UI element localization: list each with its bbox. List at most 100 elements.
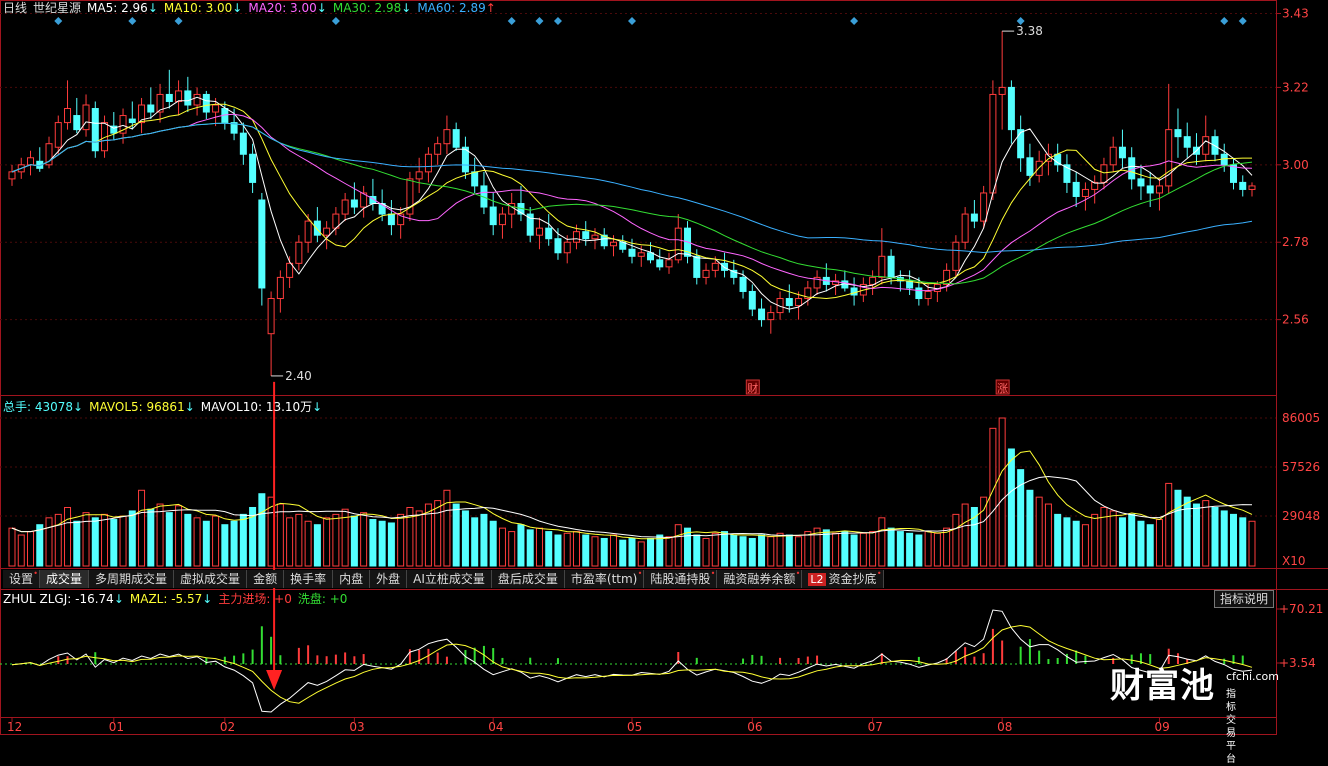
tab-4[interactable]: 金额 [247, 570, 285, 588]
volume-bar [110, 519, 118, 567]
signal-diamond-icon [54, 17, 63, 25]
volume-bar [1100, 506, 1108, 567]
candle-body [1026, 157, 1034, 176]
volume-bar [323, 517, 331, 567]
volume-bar [776, 532, 784, 567]
volume-bar [1183, 496, 1191, 567]
volume-header: 总手: 43078↓ MAVOL5: 96861↓ MAVOL10: 13.10万↓ [3, 399, 328, 415]
tab-9[interactable]: 盘后成交量 [491, 570, 565, 588]
volume-bar [1118, 517, 1126, 567]
time-tick-label: 07 [868, 720, 883, 734]
tab-2[interactable]: 多周期成交量 [89, 570, 175, 588]
candle-body [656, 259, 664, 268]
candle-body [739, 276, 747, 292]
volume-bar [461, 510, 469, 567]
tab-3[interactable]: 虚拟成交量 [174, 570, 248, 588]
signal-diamond-icon [507, 17, 516, 25]
volume-bar [850, 534, 858, 567]
volume-bar [304, 520, 312, 567]
candle-body [943, 269, 951, 285]
tab-7[interactable]: 外盘 [370, 570, 408, 588]
candle-body [545, 227, 553, 240]
low-price-label: 2.40 [285, 369, 312, 383]
candle-body [721, 262, 729, 271]
candle-body [415, 171, 423, 180]
indicator-tick-label: +3.54 [1279, 656, 1316, 670]
candle-body [304, 220, 312, 243]
volume-bar [545, 531, 553, 567]
candle-body [239, 132, 247, 155]
volume-bar [1202, 500, 1210, 567]
tab-11[interactable]: 陆股通持股 • [644, 570, 718, 588]
volume-bar [27, 531, 35, 567]
volume-tick-label: 29048 [1282, 509, 1320, 523]
tab-label: 内盘 [339, 572, 364, 586]
tab-5[interactable]: 换手率 [284, 570, 334, 588]
volume-bar [350, 515, 358, 567]
volume-unit-label: X10 [1282, 554, 1306, 568]
volume-bar [230, 520, 238, 567]
volume-bar [1026, 489, 1034, 567]
tab-label: 设置 [9, 572, 34, 586]
tab-10[interactable]: 市盈率(ttm) • [564, 570, 645, 588]
price-tick-label: 3.00 [1282, 158, 1309, 172]
candle-body [267, 298, 275, 335]
volume-bar [147, 508, 155, 567]
candle-body [128, 118, 136, 124]
volume-bar [101, 513, 109, 567]
candle-body [1128, 157, 1136, 180]
volume-bar [443, 489, 451, 567]
volume-bar [628, 537, 636, 567]
volume-bar [221, 524, 229, 567]
chart-canvas: 3.43 3.22 3.00 2.78 2.56 3.38 2.40 财 涨 86005 57526… [0, 0, 1328, 735]
signal-diamond-icon [850, 17, 859, 25]
indicator-explain-button[interactable]: 指标说明 [1214, 590, 1274, 608]
volume-bar [739, 536, 747, 567]
volume-tick-label: 86005 [1282, 411, 1320, 425]
candle-body [591, 234, 599, 240]
volume-bar [73, 520, 81, 567]
candle-body [424, 153, 432, 173]
time-tick-label: 05 [627, 720, 642, 734]
volume-bar [665, 536, 673, 567]
volume-bar [1044, 503, 1052, 567]
tab-dot-icon: • [876, 569, 882, 578]
tab-0[interactable]: 设置 • [3, 570, 41, 588]
tab-dot-icon: • [795, 569, 801, 578]
volume-bar [1146, 524, 1154, 567]
mavol5-readout: MAVOL5: 96861↓ [89, 400, 195, 414]
candle-body [175, 90, 183, 102]
volume-bar [989, 427, 997, 567]
candle-body [711, 262, 719, 271]
tab-6[interactable]: 内盘 [333, 570, 371, 588]
candle-body [489, 206, 497, 226]
candle-body [82, 104, 90, 131]
volume-bar [674, 524, 682, 567]
volume-bar [1091, 513, 1099, 567]
tab-12[interactable]: 融资融券余额 • [717, 569, 803, 588]
tab-1[interactable]: 成交量 [40, 570, 90, 588]
candle-body [1137, 178, 1145, 187]
indicator-tabs: 设置 • 成交量 多周期成交量 虚拟成交量 金额 换手率 内盘 外盘 AI立桩成交量 盘后成交量 市盈… [3, 570, 884, 588]
tab-13[interactable]: L2 资金抄底 • [802, 569, 884, 588]
volume-bar [924, 531, 932, 567]
volume-bar [1109, 510, 1117, 567]
tab-8[interactable]: AI立桩成交量 [407, 570, 492, 588]
candle-body [1165, 129, 1173, 187]
volume-bar [1220, 510, 1228, 567]
time-tick-label: 01 [109, 720, 124, 734]
volume-bar [748, 537, 756, 567]
volume-bar [943, 527, 951, 567]
ma-line-ma10 [11, 103, 1252, 300]
volume-bar [647, 537, 655, 567]
signal-diamond-icon [174, 17, 183, 25]
volume-bar [637, 541, 645, 567]
tab-label: 资金抄底 [828, 572, 877, 586]
time-tick-label: 02 [220, 720, 235, 734]
ma10-readout: MA10: 3.00↓ [163, 1, 243, 15]
volume-bar [563, 532, 571, 567]
event-marker-label: 涨 [997, 382, 1008, 395]
candle-body [878, 255, 886, 278]
volume-bar [767, 536, 775, 567]
volume-bar [1007, 448, 1015, 567]
